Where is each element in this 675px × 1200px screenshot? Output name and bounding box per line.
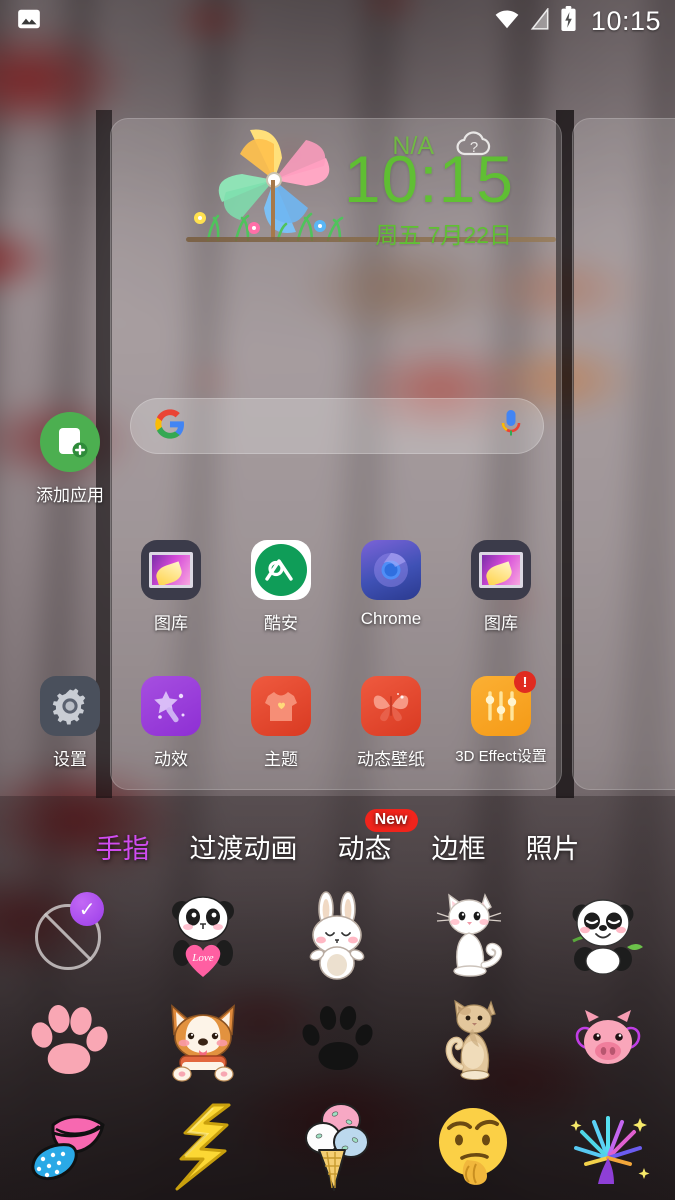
sticker-pink-paw-print[interactable] [0,989,135,1094]
clock-weather-widget[interactable]: N/A ? 10:15 周五 7月22日 [116,124,556,254]
app-live-wallpaper[interactable]: 动态壁纸 [336,676,446,786]
home-screen: 10:15 N/A ? 10:15 周五 7月22日 图库 酷安 Chrome … [0,0,675,1200]
chrome-icon [361,540,421,600]
status-bar: 10:15 [0,0,675,42]
sticker-pop-lips-tongue[interactable] [0,1094,135,1199]
app-label: Chrome [360,609,422,628]
tab-label: 动态 [337,833,392,864]
wifi-icon [494,8,520,35]
tab-transition-animation[interactable]: 过渡动画 [170,827,318,866]
battery-charging-icon [560,5,577,37]
app-row-1: 图库 酷安 Chrome 图库 [116,540,556,650]
status-bar-clock: 10:15 [590,5,661,36]
app-label: 3D Effect设置 [455,748,547,765]
butterfly-icon [361,676,421,736]
status-badge: ! [514,671,536,693]
add-app-icon [40,412,100,472]
panda-bamboo-icon [571,898,643,975]
paw-pink-icon [31,1004,108,1074]
tab-photo[interactable]: 照片 [506,827,600,866]
google-logo-icon [154,408,186,445]
image-icon [16,6,42,37]
sticker-fireworks[interactable] [540,1094,675,1199]
app-gallery-1[interactable]: 图库 [116,540,226,650]
tab-label: 过渡动画 [189,833,298,864]
sticker-none-option[interactable]: ✓ [0,884,135,989]
sticker-pig-face[interactable] [540,989,675,1094]
rabbit-icon [309,890,364,980]
search-input[interactable] [130,398,544,454]
app-label: 动态壁纸 [357,750,425,769]
coolapk-icon [251,540,311,600]
lightning-icon [175,1103,230,1190]
sticker-black-paw-print[interactable] [270,989,405,1094]
widget-time: 10:15 [343,142,514,216]
pig-icon [575,1009,640,1064]
app-row-2: 动效 主题 动态壁纸 ! 3D Effect设置 [116,671,556,786]
tab-label: 照片 [525,833,580,864]
sticker-panda-love-heart[interactable]: Love [135,884,270,989]
panda-heart-icon: Love [171,895,234,977]
cat-icon [436,892,502,977]
sticker-thinking-face[interactable] [405,1094,540,1199]
picker-tab-bar: 手指 过渡动画 动态 New 边框 照片 [0,808,675,876]
app-label: 图库 [154,614,188,633]
widget-date: 周五 7月22日 [375,222,512,248]
sticker-picker: 手指 过渡动画 动态 New 边框 照片 ✓ Love [0,796,675,1200]
sticker-corgi-dog[interactable] [135,989,270,1094]
app-label: 图库 [484,614,518,633]
gallery-icon [141,540,201,600]
app-theme[interactable]: 主题 [226,676,336,786]
cat-tan-icon [445,999,496,1080]
tab-label: 手指 [95,833,150,864]
gallery-icon [471,540,531,600]
new-badge: New [364,808,418,832]
sticker-ice-cream-cone[interactable] [270,1094,405,1199]
selected-check-icon: ✓ [70,892,105,926]
tshirt-icon [251,676,311,736]
app-coolapk[interactable]: 酷安 [226,540,336,650]
tab-label: 边框 [431,833,486,864]
ice-cream-icon [304,1102,369,1191]
tab-finger[interactable]: 手指 [76,827,170,866]
app-label: 酷安 [264,614,298,633]
signal-icon [530,6,550,35]
sticker-lightning-bolt[interactable] [135,1094,270,1199]
thinking-face-icon [438,1107,507,1185]
sticker-white-rabbit[interactable] [270,884,405,989]
paw-black-icon [302,1005,373,1070]
app-label: 动效 [154,750,188,769]
fireworks-icon [570,1115,649,1185]
app-3d-effect-settings[interactable]: ! 3D Effect设置 [446,671,556,786]
svg-text:Love: Love [191,952,214,964]
home-panel-next[interactable] [572,118,675,790]
app-settings[interactable]: 设置 [0,676,140,770]
tab-dynamic[interactable]: 动态 New [318,808,418,866]
app-label: 添加应用 [36,486,104,505]
microphone-icon[interactable] [500,408,522,445]
app-chrome[interactable]: Chrome [336,540,446,650]
sticker-grid: ✓ Love [0,884,675,1200]
gear-icon [40,676,100,736]
app-label: 主题 [264,750,298,769]
sticker-white-cat[interactable] [405,884,540,989]
app-gallery-2[interactable]: 图库 [446,540,556,650]
sticker-panda-bamboo[interactable] [540,884,675,989]
app-add-app[interactable]: 添加应用 [0,412,140,506]
pinwheel-icon [178,124,368,252]
sticker-tan-cat[interactable] [405,989,540,1094]
app-label: 设置 [53,750,87,769]
corgi-icon [170,1003,235,1082]
magic-wand-icon [141,676,201,736]
sliders-icon: ! [471,671,536,736]
tab-border[interactable]: 边框 [412,827,506,866]
lips-tongue-icon [30,1114,104,1180]
